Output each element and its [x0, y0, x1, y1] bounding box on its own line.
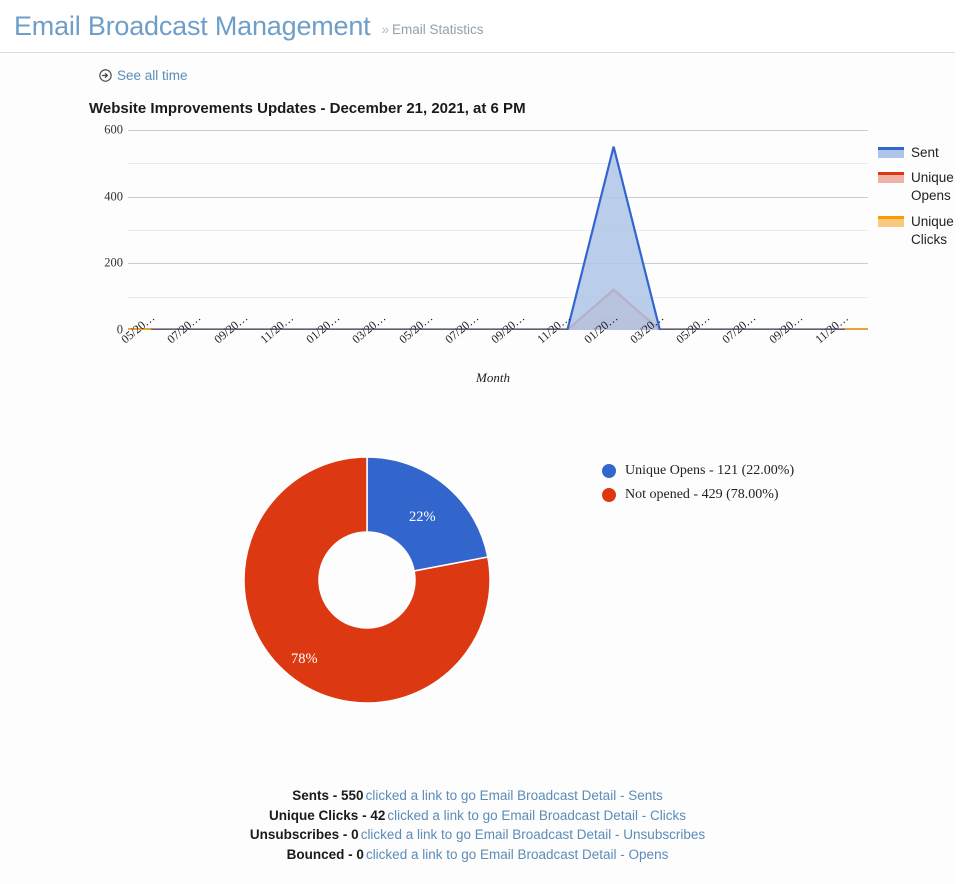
legend-swatch-icon: [878, 147, 904, 158]
y-axis-ticks: 0 200 400 600: [78, 123, 123, 337]
donut-slice-label-not-opened: 78%: [291, 651, 318, 667]
stat-detail-link[interactable]: clicked a link to go Email Broadcast Det…: [366, 788, 663, 803]
series-area-sent: [128, 146, 868, 330]
legend-swatch-icon: [878, 172, 904, 184]
donut-legend-label: Unique Opens - 121 (22.00%): [625, 463, 795, 478]
page-title: Email Broadcast Management: [14, 10, 371, 41]
stat-row: Unsubscribes - 0 clicked a link to go Ema…: [0, 825, 955, 845]
stat-key: Unsubscribes - 0: [249, 827, 359, 842]
page-header: Email Broadcast Management » Email Statis…: [0, 0, 955, 53]
see-all-time-link[interactable]: See all time: [99, 68, 188, 83]
donut-legend-item[interactable]: Unique Opens - 121 (22.00%): [602, 463, 794, 479]
stat-key: Sents - 550: [292, 788, 364, 803]
legend-item-label: Unique Clicks: [911, 213, 954, 247]
page-root: Email Broadcast Management » Email Statis…: [0, 0, 971, 884]
y-axis-tick-label: 600: [104, 122, 123, 137]
legend-item[interactable]: Unique Clicks: [878, 213, 968, 249]
breadcrumb-separator: »: [381, 22, 389, 37]
stat-row: Bounced - 0 clicked a link to go Email Br…: [0, 845, 955, 865]
chart-plot-area: [128, 130, 868, 330]
area-chart-legend: Sent Unique Opens Unique Clicks: [878, 144, 968, 256]
series-paths: [128, 146, 868, 330]
see-all-time-label: See all time: [117, 68, 188, 83]
stat-key: Bounced - 0: [286, 846, 364, 862]
stat-row: Sents - 550 clicked a link to go Email Br…: [0, 786, 955, 806]
donut-graphic: 22% 78%: [243, 456, 491, 704]
stat-detail-link[interactable]: clicked a link to go Email Broadcast Det…: [361, 827, 705, 842]
legend-item-label: Unique Opens: [911, 170, 954, 204]
legend-dot-icon: [602, 488, 616, 502]
stat-detail-link[interactable]: clicked a link to go Email Broadcast Det…: [366, 847, 668, 862]
legend-item[interactable]: Sent: [878, 144, 968, 162]
chart-title: Website Improvements Updates - December …: [89, 100, 526, 117]
y-axis-tick-label: 0: [116, 322, 123, 337]
y-axis-tick-label: 200: [104, 255, 123, 270]
open-rate-donut-chart: 22% 78% Unique Opens - 121 (22.00%) Not o…: [0, 452, 955, 732]
email-activity-area-chart: 0 200 400 600 05/20… 07/20… 09/20… 11/20… 01/20…: [0, 123, 955, 400]
donut-slice-label-opens: 22%: [409, 509, 436, 525]
stat-detail-link[interactable]: clicked a link to go Email Broadcast Det…: [387, 808, 686, 823]
donut-legend: Unique Opens - 121 (22.00%) Not opened - …: [602, 463, 794, 511]
legend-swatch-icon: [878, 215, 904, 227]
arrow-circle-right-icon: [99, 69, 112, 82]
x-axis-title: Month: [476, 370, 510, 385]
stat-row: Unique Clicks - 42 clicked a link to go E…: [0, 806, 955, 826]
legend-dot-icon: [602, 464, 616, 478]
breadcrumb-current: Email Statistics: [392, 22, 484, 37]
y-axis-tick-label: 400: [104, 189, 123, 204]
stat-key: Unique Clicks - 42: [269, 807, 386, 823]
donut-legend-label: Not opened - 429 (78.00%): [625, 487, 779, 502]
donut-legend-item[interactable]: Not opened - 429 (78.00%): [602, 487, 794, 503]
series-line-sent: [151, 146, 845, 330]
footer-stat-links: Sents - 550 clicked a link to go Email Br…: [0, 786, 955, 864]
legend-item-label: Sent: [911, 145, 939, 160]
legend-item[interactable]: Unique Opens: [878, 169, 968, 205]
breadcrumb: » Email Statistics: [381, 15, 483, 37]
